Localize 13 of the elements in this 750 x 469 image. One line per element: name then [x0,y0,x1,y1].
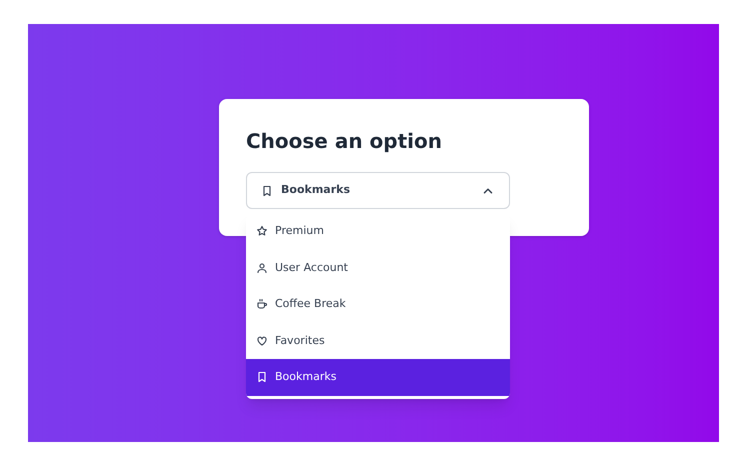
dropdown-option[interactable]: Coffee Break [246,286,510,322]
cup-icon [256,298,268,310]
bookmark-icon [261,184,273,196]
user-icon [256,262,268,274]
card-title: Choose an option [246,128,443,154]
dropdown-option[interactable]: Premium [246,213,510,250]
dropdown-option[interactable]: User Account [246,250,510,286]
heart-icon [256,334,268,347]
select-field[interactable]: Bookmarks [246,172,510,209]
dropdown-option[interactable]: Bookmarks [246,359,510,396]
star-icon [256,225,268,238]
bookmark-icon [256,371,268,384]
dropdown-option[interactable]: Favorites [246,322,510,359]
